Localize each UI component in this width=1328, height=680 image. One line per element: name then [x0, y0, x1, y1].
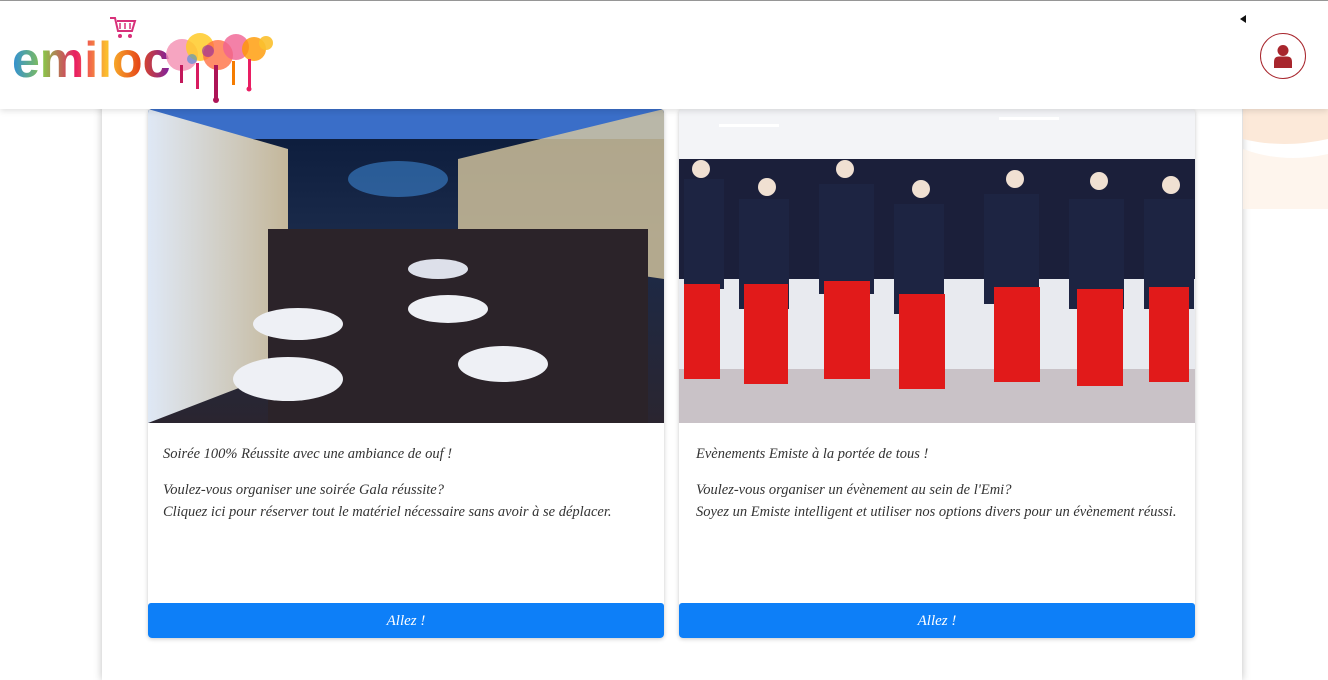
card-text-line: Voulez-vous organiser une soirée Gala ré…: [163, 482, 444, 498]
card-title: Soirée 100% Réussite avec une ambiance d…: [163, 446, 453, 462]
card-text-line: Soyez un Emiste intelligent et utiliser …: [696, 504, 1177, 520]
gala-event-photo: [148, 109, 664, 423]
event-card-emiste: Evènements Emiste à la portée de tous ! …: [679, 109, 1195, 638]
card-title: Evènements Emiste à la portée de tous !: [696, 446, 929, 462]
card-description: Evènements Emiste à la portée de tous ! …: [696, 443, 1184, 523]
user-icon: [1274, 45, 1292, 68]
card-text-line: Cliquez ici pour réserver tout le matéri…: [163, 504, 612, 520]
allez-button-emiste[interactable]: Allez !: [679, 603, 1195, 638]
logo-wordmark: emiloc: [12, 32, 170, 88]
user-account-button[interactable]: [1260, 33, 1306, 79]
emiloc-logo[interactable]: emiloc: [12, 15, 274, 105]
svg-text:emiloc: emiloc: [12, 32, 170, 88]
allez-button-gala[interactable]: Allez !: [148, 603, 664, 638]
card-text-line: Voulez-vous organiser un évènement au se…: [696, 482, 1012, 498]
card-description: Soirée 100% Réussite avec une ambiance d…: [163, 443, 651, 523]
paint-splash-logo-graphic: [166, 33, 273, 103]
caret-left-icon[interactable]: [1240, 15, 1246, 23]
background-decoration: [1243, 109, 1328, 209]
event-card-gala: Soirée 100% Réussite avec une ambiance d…: [148, 109, 664, 638]
site-header: emiloc: [0, 1, 1328, 109]
emiste-event-photo: [679, 109, 1195, 423]
